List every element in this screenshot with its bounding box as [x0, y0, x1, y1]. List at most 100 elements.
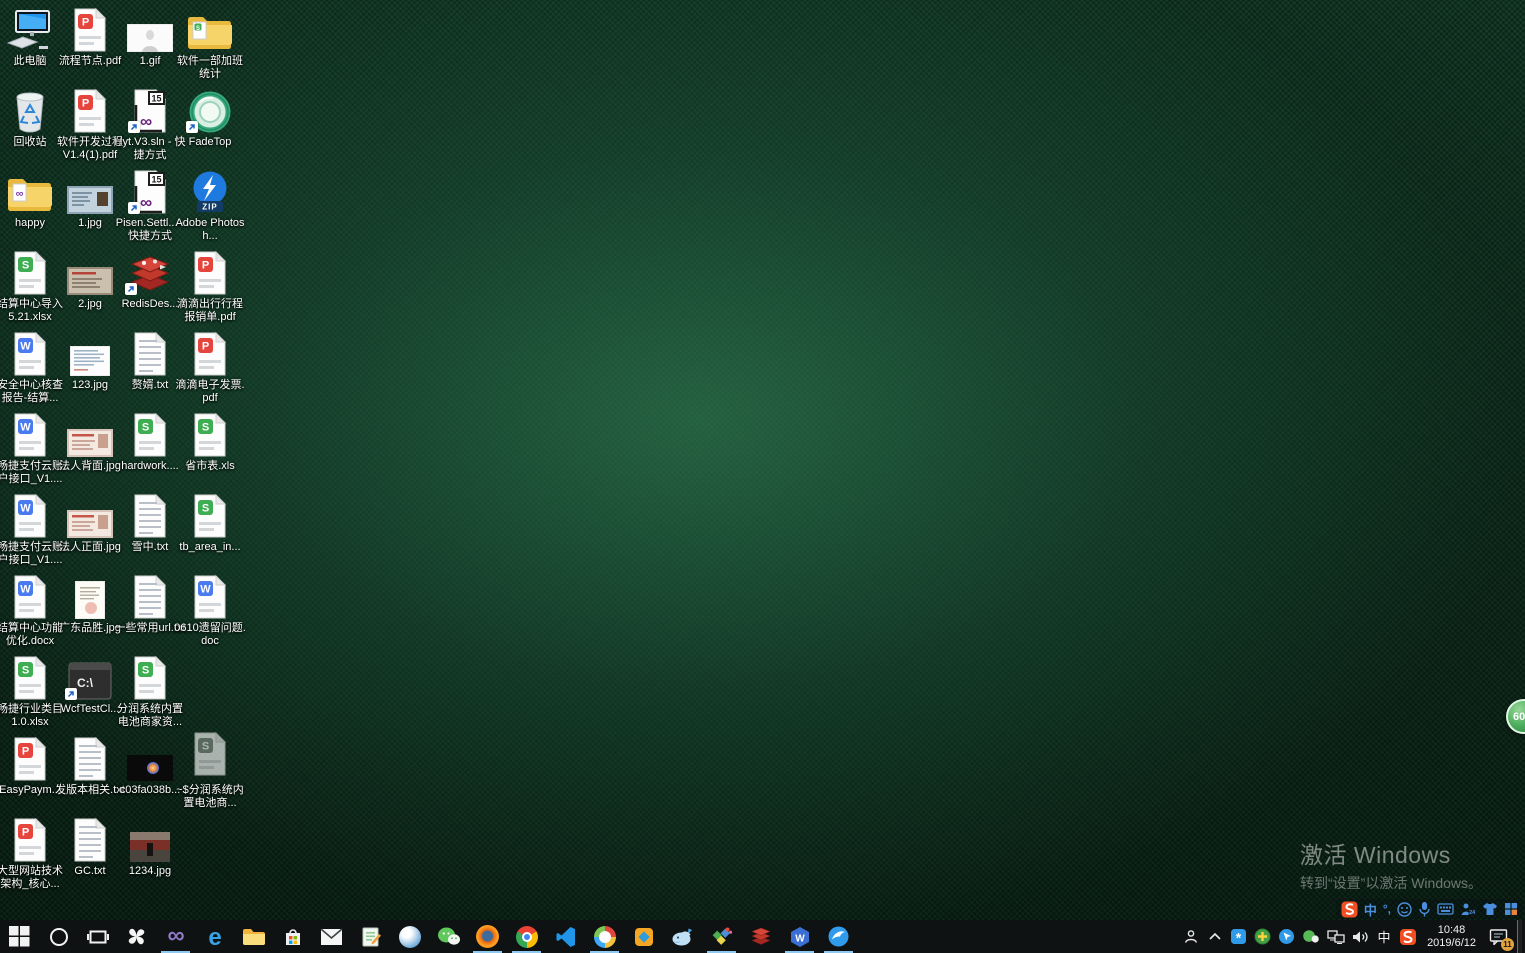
desktop-icon-txt-30[interactable]: 一些常用url.txt: [120, 575, 180, 635]
sogou-punctuation-mode-icon[interactable]: °,: [1383, 902, 1391, 916]
desktop-icon-pdf-15[interactable]: P滴滴出行行程报销单.pdf: [180, 251, 240, 324]
taskbar-visual-studio-button[interactable]: ∞: [156, 920, 195, 953]
taskbar-edge-button[interactable]: e: [195, 920, 234, 953]
pinwheel-app-icon: [125, 925, 148, 948]
desktop-icon-vs15-6[interactable]: 15∞Hyt.V3.sln - 快捷方式: [120, 89, 180, 162]
taskbar-whale-app-button[interactable]: [663, 920, 702, 953]
imgDark-icon: [127, 737, 173, 781]
desktop-icon-pdf-5[interactable]: P软件开发过程V1.4(1).pdf: [60, 89, 120, 162]
excel-icon: S: [191, 494, 229, 538]
taskbar-pinwheel-app-button[interactable]: [117, 920, 156, 953]
desktop-icon-imgCardBrown-13[interactable]: 2.jpg: [60, 251, 120, 311]
taskbar-start-button[interactable]: [0, 920, 39, 953]
desktop-icon-redis-14[interactable]: RedisDes...: [120, 251, 180, 311]
desktop-icon-excelTemp-38[interactable]: S~$分润系统内置电池商...: [180, 737, 240, 810]
taskbar-mail-button[interactable]: [312, 920, 351, 953]
desktop-icon-imgDark-37[interactable]: c03fa038b...: [120, 737, 180, 797]
taskbar-notes-app-button[interactable]: [351, 920, 390, 953]
taskbar-diamond-app-button[interactable]: [702, 920, 741, 953]
sogou-sogou-logo-icon[interactable]: [1341, 901, 1358, 918]
tray-network-icon[interactable]: [1327, 920, 1345, 953]
desktop-icon-word-24[interactable]: W畅捷支付云账户接口_V1....: [0, 494, 60, 567]
desktop-icon-zip-11[interactable]: ZIPAdobe Photosh...: [180, 170, 240, 243]
taskbar-task-view-button[interactable]: [78, 920, 117, 953]
sogou-input-toolbar[interactable]: 中 °, 24: [1336, 899, 1523, 919]
desktop-icon-imgGif-2[interactable]: 1.gif: [120, 8, 180, 68]
taskbar-firefox-button[interactable]: [468, 920, 507, 953]
taskbar-wechat-button[interactable]: [429, 920, 468, 953]
desktop-icon-fadetop-7[interactable]: FadeTop: [180, 89, 240, 149]
taskbar-redis-app-button[interactable]: [741, 920, 780, 953]
desktop-icon-pdf-39[interactable]: P大型网站技术架构_核心...: [0, 818, 60, 891]
desktop-icon-word-16[interactable]: W安全中心核查报告-结算...: [0, 332, 60, 405]
desktop-icon-pdf-1[interactable]: P流程节点.pdf: [60, 8, 120, 68]
sogou-skin-icon[interactable]: [1482, 902, 1498, 916]
tray-volume-icon[interactable]: [1352, 920, 1369, 953]
folderVs-icon: ∞: [7, 170, 53, 214]
desktop-icon-imgCardRed-25[interactable]: 法人正面.jpg: [60, 494, 120, 554]
desktop-icon-pdf-35[interactable]: PEasyPaym...: [0, 737, 60, 797]
sogou-service-24-icon[interactable]: 24: [1460, 902, 1476, 917]
sogou-toolbox-icon[interactable]: [1504, 902, 1518, 916]
desktop-icon-excel-22[interactable]: Shardwork....: [120, 413, 180, 473]
sogou-emoji-icon[interactable]: [1397, 902, 1412, 917]
sogou-mode-chinese-icon[interactable]: 中: [1364, 900, 1377, 919]
desktop-icon-txt-36[interactable]: 发版本相关.txt: [60, 737, 120, 797]
desktop-icon-folderExcel-3[interactable]: S软件一部加班统计: [180, 8, 240, 81]
desktop-icon-word-31[interactable]: W0610遗留问题.doc: [180, 575, 240, 648]
cortana-search-icon: [48, 926, 70, 948]
sogou-voice-input-icon[interactable]: [1418, 901, 1431, 917]
desktop-icon-txt-18[interactable]: 赘婿.txt: [120, 332, 180, 392]
desktop-icon-label: ~$分润系统内置电池商...: [174, 784, 246, 810]
start-icon: [9, 926, 30, 947]
tray-im-star-app-icon[interactable]: *: [1230, 920, 1247, 953]
tray-people-icon[interactable]: [1183, 920, 1200, 953]
thunder-icon: [827, 925, 850, 948]
tray-pointer-app-icon[interactable]: [1278, 920, 1295, 953]
desktop-icon-excel-27[interactable]: Stb_area_in...: [180, 494, 240, 554]
taskbar-vm-app-button[interactable]: [624, 920, 663, 953]
excel-icon: S: [11, 656, 49, 700]
tray-sogou-tray-icon[interactable]: [1399, 920, 1417, 953]
desktop-icon-excel-34[interactable]: S分润系统内置电池商家资...: [120, 656, 180, 729]
taskbar-store-button[interactable]: [273, 920, 312, 953]
desktop-icon-recycle-4[interactable]: 回收站: [0, 89, 60, 149]
notes-app-icon: [360, 926, 382, 948]
desktop-icon-word-20[interactable]: W畅捷支付云账户接口_V1....: [0, 413, 60, 486]
taskbar-wps-button[interactable]: W: [780, 920, 819, 953]
taskbar-file-explorer-button[interactable]: [234, 920, 273, 953]
tray-hidden-icons-chevron-icon[interactable]: [1207, 920, 1223, 953]
tray-chat-app-icon[interactable]: [1302, 920, 1320, 953]
desktop-icon-folderVs-8[interactable]: ∞happy: [0, 170, 60, 230]
show-desktop-button[interactable]: [1517, 920, 1522, 953]
taskbar[interactable]: ∞e W * 中 10:48 2019/6/12 11: [0, 920, 1525, 953]
taskbar-globe-browser-button[interactable]: [390, 920, 429, 953]
tray-ime-indicator-icon[interactable]: 中: [1376, 920, 1392, 953]
desktop[interactable]: 此电脑P流程节点.pdf1.gifS软件一部加班统计回收站P软件开发过程V1.4…: [0, 0, 1525, 920]
taskbar-vscode-button[interactable]: [546, 920, 585, 953]
clock[interactable]: 10:48 2019/6/12: [1424, 920, 1479, 953]
task-view-icon: [87, 926, 109, 948]
desktop-icon-excel-32[interactable]: S畅捷行业类目1.0.xlsx: [0, 656, 60, 729]
desktop-icon-txt-40[interactable]: GC.txt: [60, 818, 120, 878]
desktop-icon-vs15-10[interactable]: 15∞Pisen.Settl... - 快捷方式: [120, 170, 180, 243]
desktop-icon-console-33[interactable]: C:\WcfTestCl...: [60, 656, 120, 716]
desktop-icon-imgPhoto-41[interactable]: 1234.jpg: [120, 818, 180, 878]
desktop-icon-imgCardBlue-9[interactable]: 1.jpg: [60, 170, 120, 230]
desktop-icon-excel-23[interactable]: S省市表.xls: [180, 413, 240, 473]
desktop-icon-computer-0[interactable]: 此电脑: [0, 8, 60, 68]
sogou-soft-keyboard-icon[interactable]: [1437, 903, 1454, 915]
desktop-icon-excel-12[interactable]: S结算中心导入5.21.xlsx: [0, 251, 60, 324]
taskbar-cortana-search-button[interactable]: [39, 920, 78, 953]
taskbar-chrome-button[interactable]: [507, 920, 546, 953]
desktop-icon-word-28[interactable]: W结算中心功能优化.docx: [0, 575, 60, 648]
desktop-icon-pdf-19[interactable]: P滴滴电子发票.pdf: [180, 332, 240, 405]
action-center-button[interactable]: 11: [1486, 920, 1510, 953]
desktop-icon-txt-26[interactable]: 雪中.txt: [120, 494, 180, 554]
desktop-icon-imgCert-29[interactable]: 广东品胜.jpg: [60, 575, 120, 635]
taskbar-navicat-button[interactable]: [585, 920, 624, 953]
desktop-icon-imgDoc-17[interactable]: 123.jpg: [60, 332, 120, 392]
desktop-icon-imgCardRed-21[interactable]: 法人背面.jpg: [60, 413, 120, 473]
taskbar-thunder-button[interactable]: [819, 920, 858, 953]
tray-security-plus-app-icon[interactable]: [1254, 920, 1271, 953]
